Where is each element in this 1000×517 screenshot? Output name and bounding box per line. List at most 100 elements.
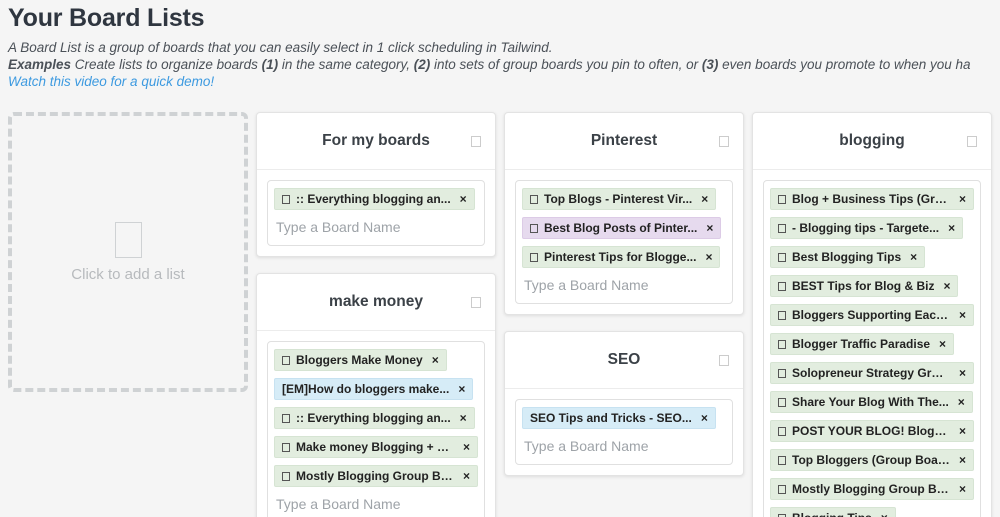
drag-handle-icon[interactable] <box>778 195 786 204</box>
remove-board-icon[interactable]: × <box>881 511 888 517</box>
remove-board-icon[interactable]: × <box>959 192 966 206</box>
drag-handle-icon[interactable] <box>778 398 786 407</box>
board-tag[interactable]: Bloggers Supporting Each...× <box>770 304 974 326</box>
watch-video-link[interactable]: Watch this video for a quick demo! <box>8 73 1000 91</box>
remove-board-icon[interactable]: × <box>959 424 966 438</box>
board-tag-label: Best Blog Posts of Pinter... <box>544 221 697 235</box>
remove-board-icon[interactable]: × <box>701 411 708 425</box>
board-tag[interactable]: Blog + Business Tips (Gro... × <box>770 188 974 210</box>
board-tag[interactable]: :: Everything blogging an... × <box>274 188 475 210</box>
board-tag[interactable]: Mostly Blogging Group Boa... × <box>274 465 478 487</box>
board-tag[interactable]: [EM]How do bloggers make... × <box>274 378 473 400</box>
board-tag-row: Top Bloggers (Group Board... × <box>770 449 974 478</box>
remove-board-icon[interactable]: × <box>959 482 966 496</box>
examples-text-c: into sets of group boards you pin to oft… <box>430 57 702 72</box>
remove-board-icon[interactable]: × <box>958 395 965 409</box>
board-tag[interactable]: Solopreneur Strategy Grou... × <box>770 362 974 384</box>
board-tag-label: Top Bloggers (Group Board... <box>792 453 950 467</box>
drag-handle-icon[interactable] <box>778 340 786 349</box>
board-tag[interactable]: - Blogging tips - Targete... × <box>770 217 963 239</box>
intro-examples: Examples Create lists to organize boards… <box>8 56 1000 73</box>
drag-handle-icon[interactable] <box>778 369 786 378</box>
drag-handle-icon[interactable] <box>282 414 290 423</box>
board-tag[interactable]: Blogging Tips× <box>770 507 896 517</box>
drag-handle-icon[interactable] <box>778 456 786 465</box>
board-tag[interactable]: Share Your Blog With The...× <box>770 391 973 413</box>
remove-board-icon[interactable]: × <box>705 250 712 264</box>
drag-handle-icon[interactable] <box>530 195 538 204</box>
board-name-input[interactable] <box>274 494 478 517</box>
remove-board-icon[interactable]: × <box>463 440 470 454</box>
card-title: For my boards <box>322 132 430 150</box>
add-list-placeholder[interactable]: Click to add a list <box>8 112 248 392</box>
board-tag-row: Mostly Blogging Group Boa... × <box>274 465 478 494</box>
remove-board-icon[interactable]: × <box>939 337 946 351</box>
delete-list-icon[interactable] <box>719 355 729 366</box>
drag-handle-icon[interactable] <box>778 514 786 517</box>
remove-board-icon[interactable]: × <box>959 453 966 467</box>
board-tag-label: Mostly Blogging Group Boa... <box>296 469 454 483</box>
drag-handle-icon[interactable] <box>778 224 786 233</box>
board-tag[interactable]: BEST Tips for Blog & Biz × <box>770 275 958 297</box>
delete-list-icon[interactable] <box>471 297 481 308</box>
remove-board-icon[interactable]: × <box>460 192 467 206</box>
drag-handle-icon[interactable] <box>778 282 786 291</box>
example-num-3: (3) <box>702 57 719 72</box>
drag-handle-icon[interactable] <box>778 485 786 494</box>
board-tag[interactable]: SEO Tips and Tricks - SEO...× <box>522 407 716 429</box>
board-tag-label: - Blogging tips - Targete... <box>792 221 939 235</box>
board-tag-box: SEO Tips and Tricks - SEO...× <box>515 399 733 465</box>
remove-board-icon[interactable]: × <box>701 192 708 206</box>
remove-board-icon[interactable]: × <box>458 382 465 396</box>
column-2: Pinterest Top Blogs - Pinterest Vir...× Be… <box>504 112 752 492</box>
board-tag[interactable]: Bloggers Make Money× <box>274 349 447 371</box>
remove-board-icon[interactable]: × <box>460 411 467 425</box>
card-body: :: Everything blogging an... × <box>257 170 495 256</box>
drag-handle-icon[interactable] <box>530 253 538 262</box>
delete-list-icon[interactable] <box>471 136 481 147</box>
remove-board-icon[interactable]: × <box>959 308 966 322</box>
drag-handle-icon[interactable] <box>778 253 786 262</box>
board-tag[interactable]: Top Blogs - Pinterest Vir...× <box>522 188 716 210</box>
board-tag[interactable]: Blogger Traffic Paradise× <box>770 333 954 355</box>
board-tag[interactable]: Best Blog Posts of Pinter... × <box>522 217 721 239</box>
drag-handle-icon[interactable] <box>778 311 786 320</box>
board-tag-label: Solopreneur Strategy Grou... <box>792 366 950 380</box>
card-header: For my boards <box>257 113 495 170</box>
add-list-column: Click to add a list <box>8 112 256 392</box>
remove-board-icon[interactable]: × <box>948 221 955 235</box>
drag-handle-icon[interactable] <box>530 224 538 233</box>
card-title: Pinterest <box>591 132 657 150</box>
drag-handle-icon[interactable] <box>282 356 290 365</box>
drag-handle-icon[interactable] <box>282 443 290 452</box>
drag-handle-icon[interactable] <box>282 195 290 204</box>
drag-handle-icon[interactable] <box>778 427 786 436</box>
remove-board-icon[interactable]: × <box>943 279 950 293</box>
board-tag[interactable]: :: Everything blogging an...× <box>274 407 475 429</box>
remove-board-icon[interactable]: × <box>959 366 966 380</box>
board-tag[interactable]: Make money Blogging + Blo...× <box>274 436 478 458</box>
board-name-input[interactable] <box>522 436 726 460</box>
board-tag-label: Blog + Business Tips (Gro... <box>792 192 950 206</box>
remove-board-icon[interactable]: × <box>706 221 713 235</box>
delete-list-icon[interactable] <box>967 136 977 147</box>
drag-handle-icon[interactable] <box>282 472 290 481</box>
delete-list-icon[interactable] <box>719 136 729 147</box>
board-tag-row: Bloggers Make Money× <box>274 349 478 378</box>
board-tag[interactable]: Best Blogging Tips× <box>770 246 925 268</box>
remove-board-icon[interactable]: × <box>910 250 917 264</box>
board-tag[interactable]: Top Bloggers (Group Board... × <box>770 449 974 471</box>
board-tag-row: Best Blog Posts of Pinter... × <box>522 217 726 246</box>
remove-board-icon[interactable]: × <box>432 353 439 367</box>
board-tag-label: :: Everything blogging an... <box>296 192 451 206</box>
board-tag-label: BEST Tips for Blog & Biz <box>792 279 934 293</box>
board-tag[interactable]: Mostly Blogging Group Boa...× <box>770 478 974 500</box>
board-name-input[interactable] <box>274 217 478 241</box>
board-tag[interactable]: POST YOUR BLOG! Bloggers...× <box>770 420 974 442</box>
board-tag-row: [EM]How do bloggers make... × <box>274 378 478 407</box>
remove-board-icon[interactable]: × <box>463 469 470 483</box>
board-name-input[interactable] <box>522 275 726 299</box>
board-tag-label: [EM]How do bloggers make... <box>282 382 449 396</box>
board-list-card: make moneyBloggers Make Money×[EM]How do… <box>256 273 496 517</box>
board-tag[interactable]: Pinterest Tips for Blogge...× <box>522 246 720 268</box>
